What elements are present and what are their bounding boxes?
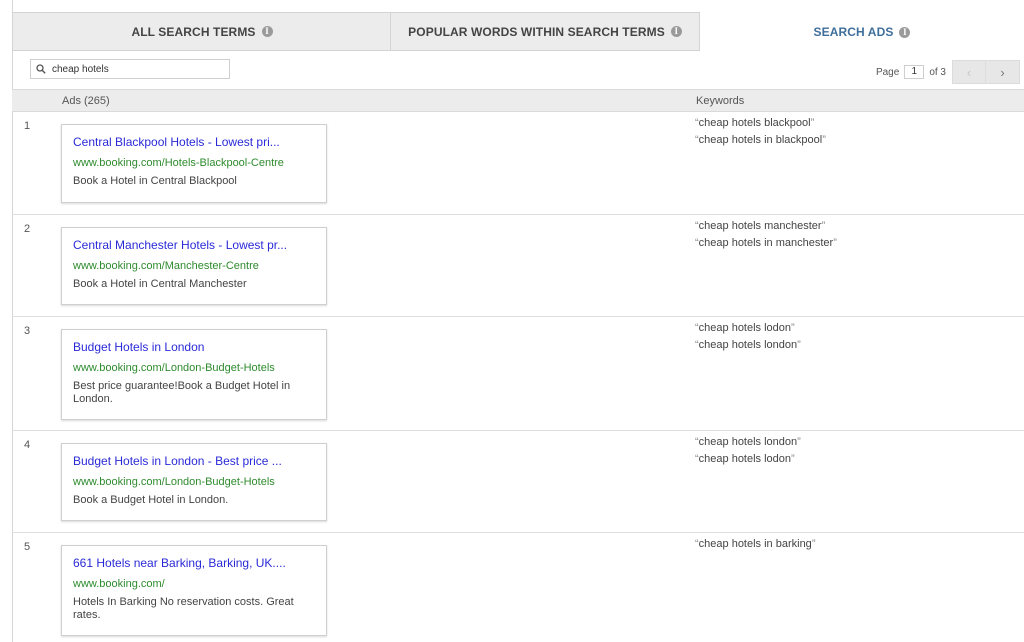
- tab-bar: ALL SEARCH TERMS i POPULAR WORDS WITHIN …: [12, 12, 1024, 52]
- tab-search-ads[interactable]: SEARCH ADS i: [700, 12, 1024, 52]
- keyword-item: “cheap hotels lodon”: [695, 453, 795, 465]
- keyword-item: “cheap hotels in blackpool”: [695, 134, 826, 146]
- info-icon[interactable]: i: [899, 26, 911, 38]
- table-row: 1 Central Blackpool Hotels - Lowest pri.…: [12, 112, 1024, 215]
- ad-title[interactable]: Budget Hotels in London: [73, 340, 315, 354]
- chevron-right-icon: ›: [1000, 64, 1005, 80]
- column-header-ads[interactable]: Ads (265): [62, 95, 110, 107]
- ad-url: www.booking.com/: [73, 578, 165, 590]
- ad-title[interactable]: 661 Hotels near Barking, Barking, UK....: [73, 556, 315, 570]
- keyword-item: “cheap hotels london”: [695, 436, 801, 448]
- info-icon[interactable]: i: [261, 26, 273, 37]
- keyword-item: “cheap hotels in manchester”: [695, 237, 837, 249]
- page-total: of 3: [929, 66, 946, 78]
- keyword-list: “cheap hotels manchester” “cheap hotels …: [695, 220, 837, 254]
- ad-preview: Budget Hotels in London - Best price ...…: [61, 443, 327, 521]
- ad-url: www.booking.com/London-Budget-Hotels: [73, 476, 275, 488]
- next-page-button[interactable]: ›: [986, 60, 1020, 84]
- table-row: 2 Central Manchester Hotels - Lowest pr.…: [12, 215, 1024, 317]
- ad-preview: 661 Hotels near Barking, Barking, UK....…: [61, 545, 327, 636]
- row-number: 1: [24, 120, 31, 132]
- tab-all-search-terms[interactable]: ALL SEARCH TERMS i: [12, 12, 391, 51]
- row-number: 2: [24, 223, 31, 235]
- table-row: 5 661 Hotels near Barking, Barking, UK..…: [12, 533, 1024, 642]
- ad-url: www.booking.com/Manchester-Centre: [73, 260, 259, 272]
- ad-description: Book a Hotel in Central Blackpool: [73, 175, 237, 187]
- ad-url: www.booking.com/London-Budget-Hotels: [73, 362, 275, 374]
- keyword-list: “cheap hotels blackpool” “cheap hotels i…: [695, 117, 826, 151]
- tab-popular-words[interactable]: POPULAR WORDS WITHIN SEARCH TERMS i: [390, 12, 700, 51]
- keyword-list: “cheap hotels lodon” “cheap hotels londo…: [695, 322, 801, 356]
- ad-url: www.booking.com/Hotels-Blackpool-Centre: [73, 157, 284, 169]
- info-icon[interactable]: i: [670, 26, 682, 37]
- column-header-keywords[interactable]: Keywords: [696, 95, 744, 107]
- prev-page-button[interactable]: ‹: [952, 60, 986, 84]
- tab-label: ALL SEARCH TERMS: [131, 24, 256, 39]
- table-header: Ads (265) Keywords: [12, 89, 1024, 112]
- row-number: 5: [24, 541, 31, 553]
- row-number: 4: [24, 439, 31, 451]
- keyword-item: “cheap hotels london”: [695, 339, 801, 351]
- keyword-item: “cheap hotels in barking”: [695, 538, 816, 550]
- keyword-item: “cheap hotels manchester”: [695, 220, 826, 232]
- ad-title[interactable]: Central Manchester Hotels - Lowest pr...: [73, 238, 315, 252]
- page-label: Page: [875, 66, 900, 78]
- ad-title[interactable]: Central Blackpool Hotels - Lowest pri...: [73, 135, 315, 149]
- keyword-list: “cheap hotels in barking”: [695, 538, 815, 555]
- tab-label: SEARCH ADS: [813, 25, 894, 39]
- search-field[interactable]: [30, 59, 230, 79]
- ad-preview: Central Manchester Hotels - Lowest pr...…: [61, 227, 327, 305]
- tab-label: POPULAR WORDS WITHIN SEARCH TERMS: [408, 24, 665, 39]
- ad-description: Hotels In Barking No reservation costs. …: [73, 596, 294, 621]
- keyword-item: “cheap hotels lodon”: [695, 322, 795, 334]
- row-number: 3: [24, 325, 31, 337]
- search-input[interactable]: [52, 63, 212, 75]
- ad-preview: Central Blackpool Hotels - Lowest pri...…: [61, 124, 327, 203]
- ad-preview: Budget Hotels in London www.booking.com/…: [61, 329, 327, 420]
- ad-title[interactable]: Budget Hotels in London - Best price ...: [73, 454, 315, 468]
- keyword-item: “cheap hotels blackpool”: [695, 117, 815, 129]
- page-number-input[interactable]: 1: [904, 65, 925, 79]
- table-row: 4 Budget Hotels in London - Best price .…: [12, 431, 1024, 533]
- table-row: 3 Budget Hotels in London www.booking.co…: [12, 317, 1024, 431]
- pagination: Page 1 of 3 ‹ ›: [876, 60, 1020, 84]
- ad-description: Best price guarantee!Book a Budget Hotel…: [73, 380, 291, 405]
- chevron-left-icon: ‹: [966, 64, 972, 80]
- ad-description: Book a Budget Hotel in London.: [73, 494, 229, 506]
- search-icon: [36, 64, 46, 74]
- keyword-list: “cheap hotels london” “cheap hotels lodo…: [695, 436, 801, 470]
- ad-description: Book a Hotel in Central Manchester: [73, 278, 247, 290]
